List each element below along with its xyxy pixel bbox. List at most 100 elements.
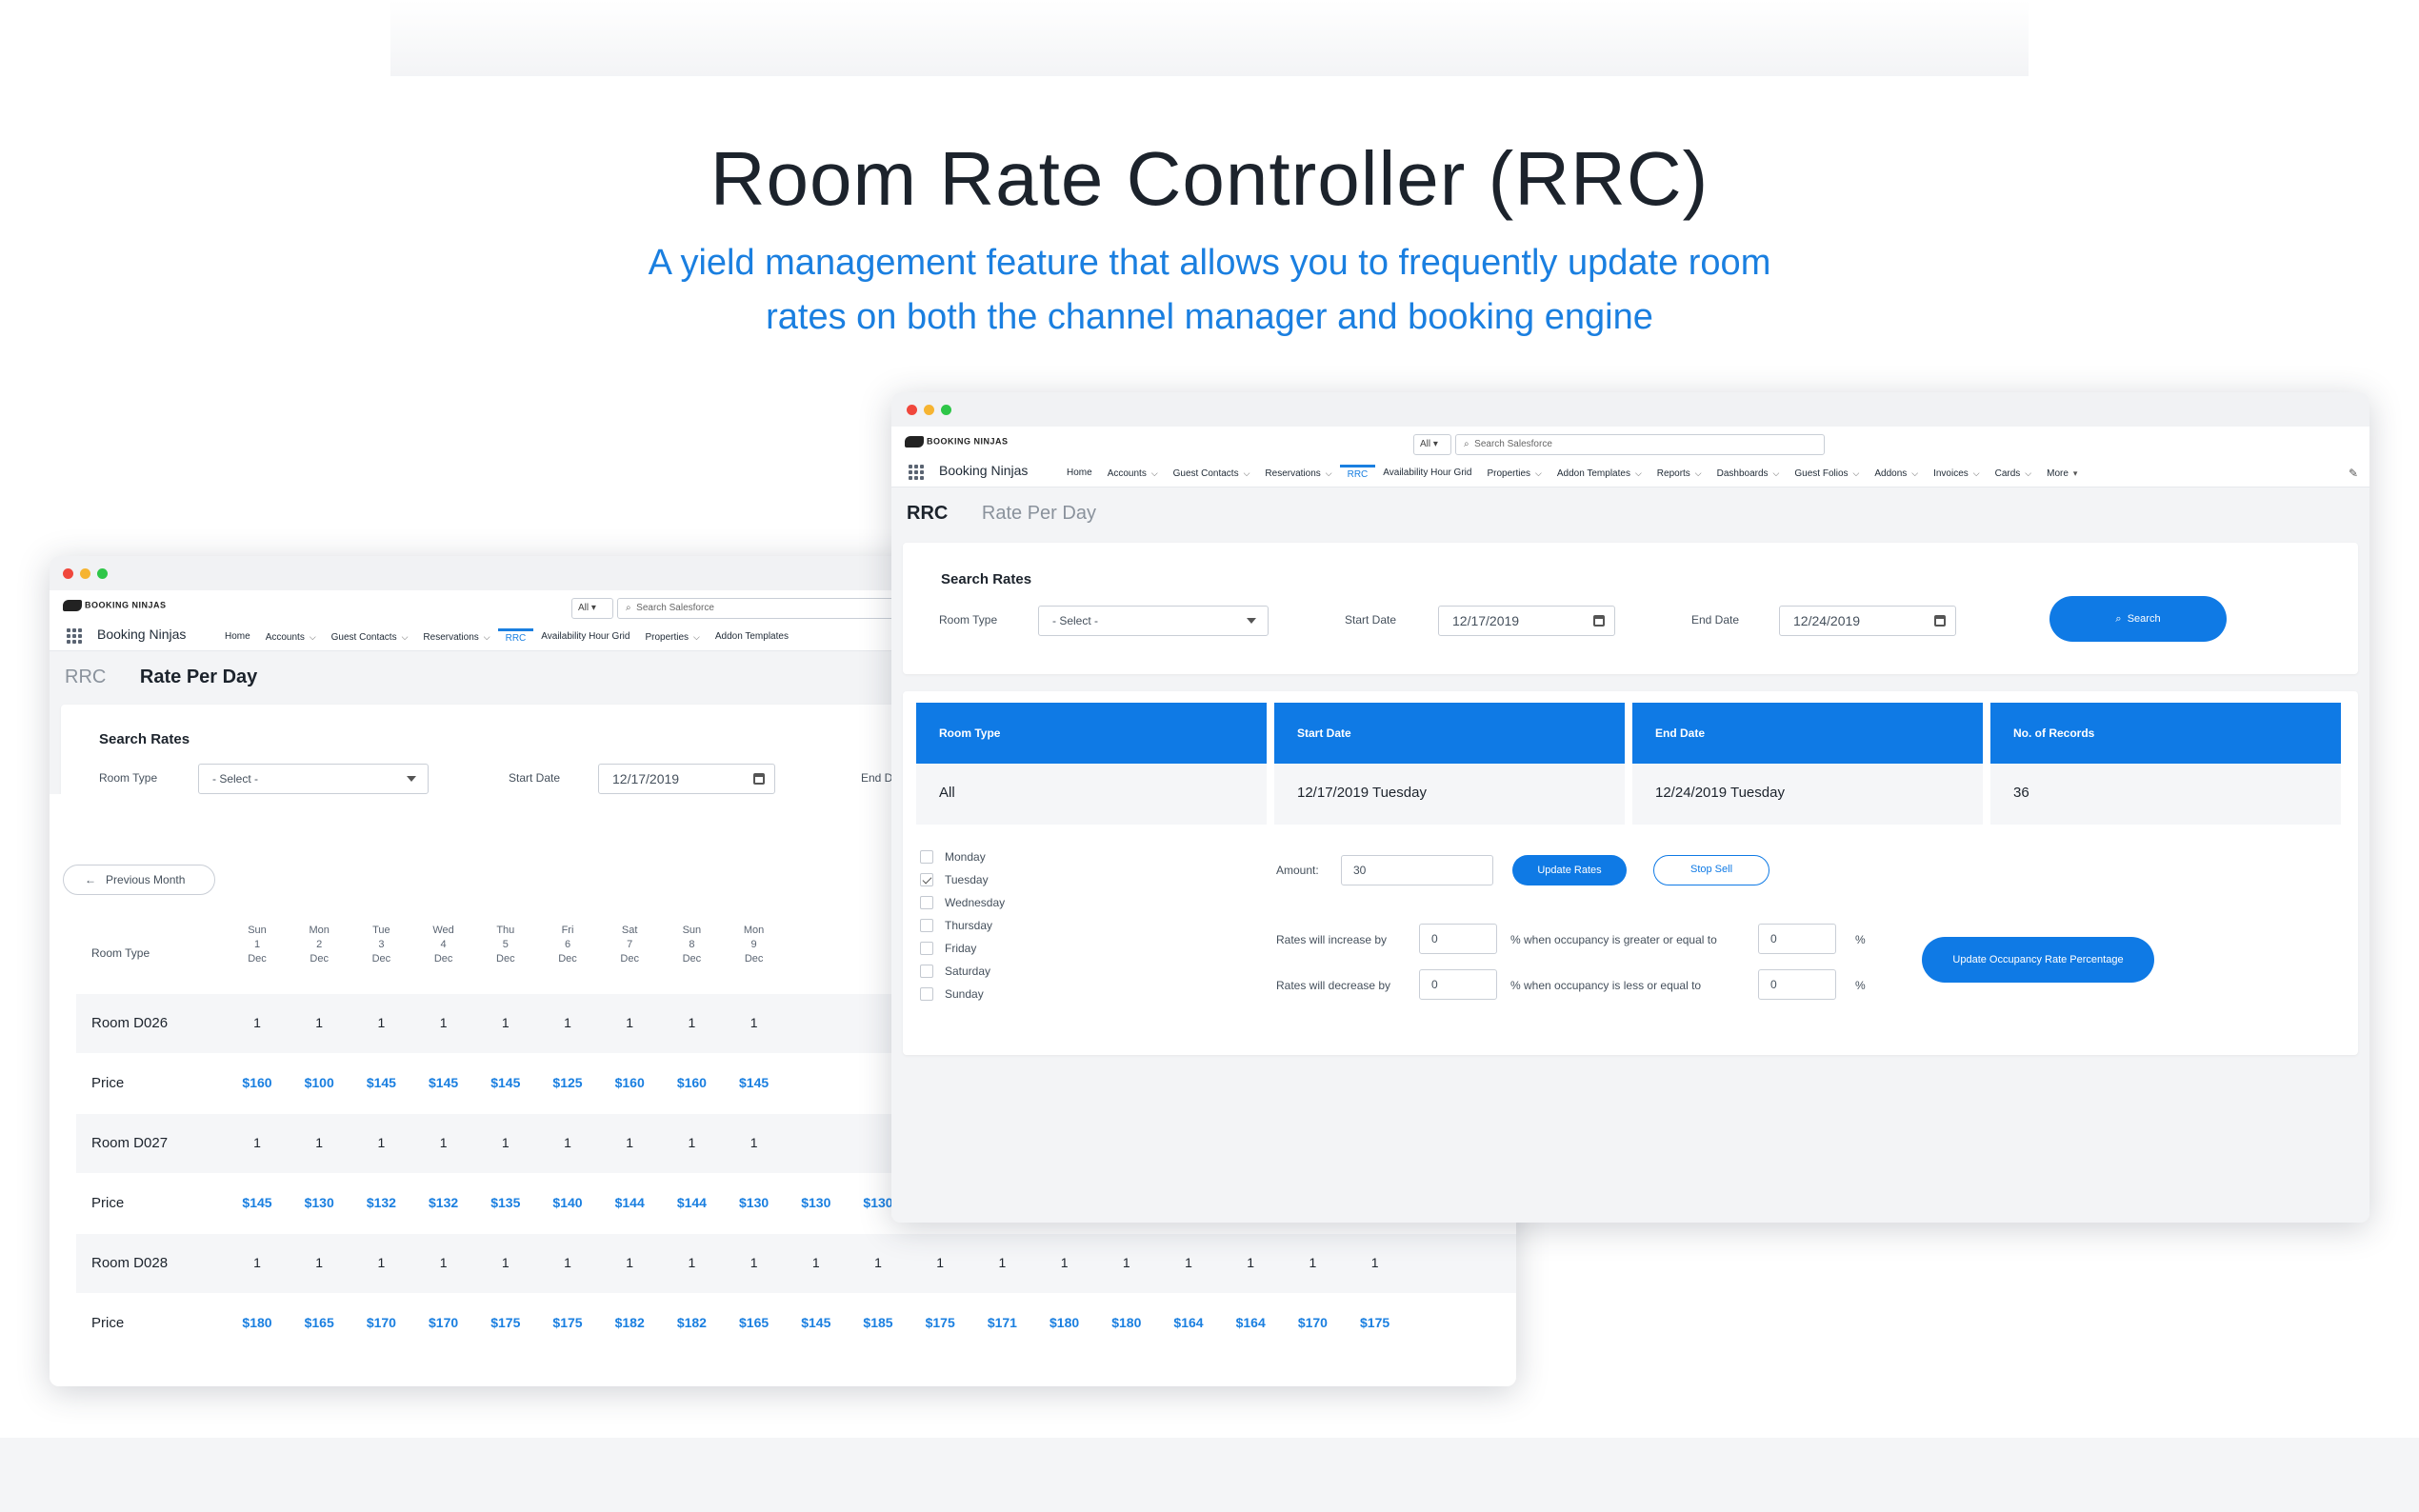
weekday-option[interactable]: Sunday <box>920 983 1005 1005</box>
nav-properties[interactable]: Properties ⌵ <box>1479 465 1549 486</box>
price-cell[interactable]: $175 <box>539 1315 596 1330</box>
nav-properties[interactable]: Properties ⌵ <box>637 628 707 649</box>
maximize-dot-icon[interactable] <box>97 568 108 579</box>
checkbox[interactable] <box>920 896 933 909</box>
nav-reservations[interactable]: Reservations ⌵ <box>1257 465 1339 486</box>
price-cell[interactable]: $170 <box>1284 1315 1341 1330</box>
tab-rrc[interactable]: RRC <box>65 666 106 687</box>
app-launcher-icon[interactable] <box>67 628 82 644</box>
tab-rrc[interactable]: RRC <box>907 503 948 524</box>
stop-sell-button[interactable]: Stop Sell <box>1653 855 1769 885</box>
price-cell[interactable]: $145 <box>352 1075 410 1090</box>
nav-guest-folios[interactable]: Guest Folios ⌵ <box>1787 465 1867 486</box>
nav-cards[interactable]: Cards ⌵ <box>1988 465 2040 486</box>
nav-more[interactable]: More ▾ <box>2039 465 2085 486</box>
price-cell[interactable]: $144 <box>601 1195 658 1210</box>
price-cell[interactable]: $182 <box>663 1315 720 1330</box>
update-occupancy-button[interactable]: Update Occupancy Rate Percentage <box>1922 937 2154 983</box>
checkbox[interactable] <box>920 850 933 864</box>
checkbox[interactable] <box>920 965 933 978</box>
price-cell[interactable]: $100 <box>290 1075 348 1090</box>
weekday-option[interactable]: Friday <box>920 937 1005 960</box>
price-cell[interactable]: $171 <box>973 1315 1030 1330</box>
search-button[interactable]: ⌕ Search <box>2049 596 2227 642</box>
nav-addon-templates[interactable]: Addon Templates ⌵ <box>1549 465 1649 486</box>
weekday-option[interactable]: Wednesday <box>920 891 1005 914</box>
price-cell[interactable]: $164 <box>1160 1315 1217 1330</box>
price-cell[interactable]: $160 <box>601 1075 658 1090</box>
price-cell[interactable]: $164 <box>1222 1315 1279 1330</box>
weekday-option[interactable]: Saturday <box>920 960 1005 983</box>
nav-reports[interactable]: Reports ⌵ <box>1649 465 1709 486</box>
checkbox[interactable] <box>920 873 933 886</box>
price-cell[interactable]: $140 <box>539 1195 596 1210</box>
price-cell[interactable]: $130 <box>290 1195 348 1210</box>
search-scope-select[interactable]: All ▾ <box>571 598 613 619</box>
price-cell[interactable]: $170 <box>415 1315 472 1330</box>
maximize-dot-icon[interactable] <box>941 405 951 415</box>
greater-occupancy-input[interactable]: 0 <box>1758 924 1836 954</box>
price-cell[interactable]: $145 <box>477 1075 534 1090</box>
previous-month-button[interactable]: ← Previous Month <box>63 865 215 895</box>
search-scope-select[interactable]: All ▾ <box>1413 434 1451 455</box>
decrease-percent-input[interactable]: 0 <box>1419 969 1497 1000</box>
price-cell[interactable]: $160 <box>229 1075 286 1090</box>
edit-pencil-icon[interactable]: ✎ <box>2349 467 2358 480</box>
price-cell[interactable]: $145 <box>229 1195 286 1210</box>
nav-addons[interactable]: Addons ⌵ <box>1867 465 1926 486</box>
minimize-dot-icon[interactable] <box>80 568 90 579</box>
app-launcher-icon[interactable] <box>909 465 924 480</box>
room-type-select[interactable]: - Select - <box>1038 606 1269 636</box>
price-cell[interactable]: $145 <box>726 1075 783 1090</box>
nav-addon-templates[interactable]: Addon Templates <box>708 628 796 649</box>
price-cell[interactable]: $175 <box>477 1315 534 1330</box>
checkbox[interactable] <box>920 942 933 955</box>
tab-rate-per-day[interactable]: Rate Per Day <box>140 666 257 687</box>
price-cell[interactable]: $135 <box>477 1195 534 1210</box>
update-rates-button[interactable]: Update Rates <box>1512 855 1627 885</box>
price-cell[interactable]: $180 <box>1098 1315 1155 1330</box>
amount-input[interactable]: 30 <box>1341 855 1493 885</box>
increase-percent-input[interactable]: 0 <box>1419 924 1497 954</box>
minimize-dot-icon[interactable] <box>924 405 934 415</box>
close-dot-icon[interactable] <box>907 405 917 415</box>
price-cell[interactable]: $182 <box>601 1315 658 1330</box>
checkbox[interactable] <box>920 919 933 932</box>
nav-availability-hour-grid[interactable]: Availability Hour Grid <box>533 628 637 649</box>
nav-accounts[interactable]: Accounts ⌵ <box>1100 465 1166 486</box>
tab-rate-per-day[interactable]: Rate Per Day <box>982 503 1096 524</box>
price-cell[interactable]: $145 <box>415 1075 472 1090</box>
price-cell[interactable]: $130 <box>788 1195 845 1210</box>
weekday-option[interactable]: Monday <box>920 846 1005 868</box>
global-search-input[interactable]: ⌕ Search Salesforce <box>1455 434 1825 455</box>
price-cell[interactable]: $175 <box>911 1315 969 1330</box>
price-cell[interactable]: $130 <box>726 1195 783 1210</box>
price-cell[interactable]: $170 <box>352 1315 410 1330</box>
nav-dashboards[interactable]: Dashboards ⌵ <box>1709 465 1788 486</box>
price-cell[interactable]: $144 <box>663 1195 720 1210</box>
weekday-option[interactable]: Tuesday <box>920 868 1005 891</box>
start-date-input[interactable]: 12/17/2019 <box>598 764 775 794</box>
price-cell[interactable]: $175 <box>1347 1315 1404 1330</box>
end-date-input[interactable]: 12/24/2019 <box>1779 606 1956 636</box>
less-occupancy-input[interactable]: 0 <box>1758 969 1836 1000</box>
price-cell[interactable]: $145 <box>788 1315 845 1330</box>
nav-guest-contacts[interactable]: Guest Contacts ⌵ <box>1166 465 1258 486</box>
weekday-option[interactable]: Thursday <box>920 914 1005 937</box>
nav-availability-hour-grid[interactable]: Availability Hour Grid <box>1375 465 1479 486</box>
price-cell[interactable]: $132 <box>415 1195 472 1210</box>
price-cell[interactable]: $165 <box>290 1315 348 1330</box>
price-cell[interactable]: $165 <box>726 1315 783 1330</box>
price-cell[interactable]: $180 <box>229 1315 286 1330</box>
price-cell[interactable]: $132 <box>352 1195 410 1210</box>
price-cell[interactable]: $185 <box>850 1315 907 1330</box>
nav-home[interactable]: Home <box>1059 465 1100 486</box>
start-date-input[interactable]: 12/17/2019 <box>1438 606 1615 636</box>
room-type-select[interactable]: - Select - <box>198 764 429 794</box>
nav-guest-contacts[interactable]: Guest Contacts ⌵ <box>324 628 416 649</box>
nav-invoices[interactable]: Invoices ⌵ <box>1926 465 1988 486</box>
checkbox[interactable] <box>920 987 933 1001</box>
nav-reservations[interactable]: Reservations ⌵ <box>415 628 497 649</box>
close-dot-icon[interactable] <box>63 568 73 579</box>
price-cell[interactable]: $180 <box>1036 1315 1093 1330</box>
